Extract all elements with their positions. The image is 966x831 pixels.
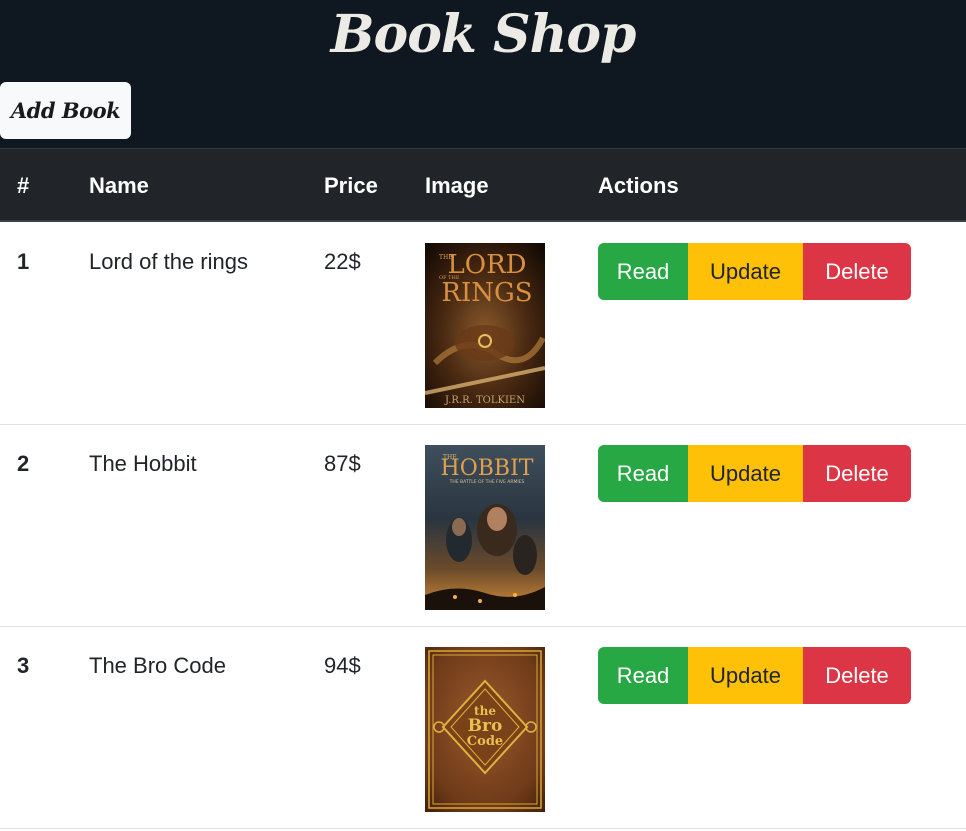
book-cover-image: THE LORD OF THE RINGS J.R.R. TOLKIEN [425,243,545,408]
cover-author: J.R.R. TOLKIEN [444,395,525,406]
cover-title: HOBBIT [441,456,534,481]
column-header-price: Price [324,173,378,198]
book-price: 94$ [324,653,361,678]
book-name: Lord of the rings [89,249,248,274]
action-buttons: Read Update Delete [598,647,911,704]
table-row: 1 Lord of the rings 22$ THE LORD OF THE … [0,223,966,425]
column-header-actions: Actions [598,173,679,198]
add-book-button[interactable]: Add Book [0,82,131,139]
action-buttons: Read Update Delete [598,243,911,300]
book-cover-image: the Bro Code [425,647,545,812]
book-name: The Bro Code [89,653,226,678]
column-header-number: # [17,173,30,198]
row-number: 1 [17,249,30,274]
read-button[interactable]: Read [598,445,688,502]
action-buttons: Read Update Delete [598,445,911,502]
cover-line3: Code [467,734,503,749]
cover-title-line2: RINGS [441,278,532,308]
table-row: 3 The Bro Code 94$ the Bro Code Read Upd… [0,627,966,829]
cover-subtitle: THE BATTLE OF THE FIVE ARMIES [449,479,525,485]
column-header-name: Name [89,173,149,198]
book-name: The Hobbit [89,451,197,476]
app-header: Book Shop Add Book [0,0,966,148]
book-price: 22$ [324,249,361,274]
app-title: Book Shop [330,4,637,65]
row-number: 2 [17,451,30,476]
update-button[interactable]: Update [688,243,803,300]
book-price: 87$ [324,451,361,476]
delete-button[interactable]: Delete [803,445,911,502]
table-header: # Name Price Image Actions [0,148,966,222]
column-header-image: Image [425,173,489,198]
read-button[interactable]: Read [598,243,688,300]
update-button[interactable]: Update [688,647,803,704]
delete-button[interactable]: Delete [803,647,911,704]
row-number: 3 [17,653,30,678]
update-button[interactable]: Update [688,445,803,502]
book-cover-image: THE HOBBIT THE BATTLE OF THE FIVE ARMIES [425,445,545,610]
cover-line2: Bro [468,716,503,736]
table-row: 2 The Hobbit 87$ THE HOBBIT THE BATTLE O… [0,425,966,627]
read-button[interactable]: Read [598,647,688,704]
delete-button[interactable]: Delete [803,243,911,300]
